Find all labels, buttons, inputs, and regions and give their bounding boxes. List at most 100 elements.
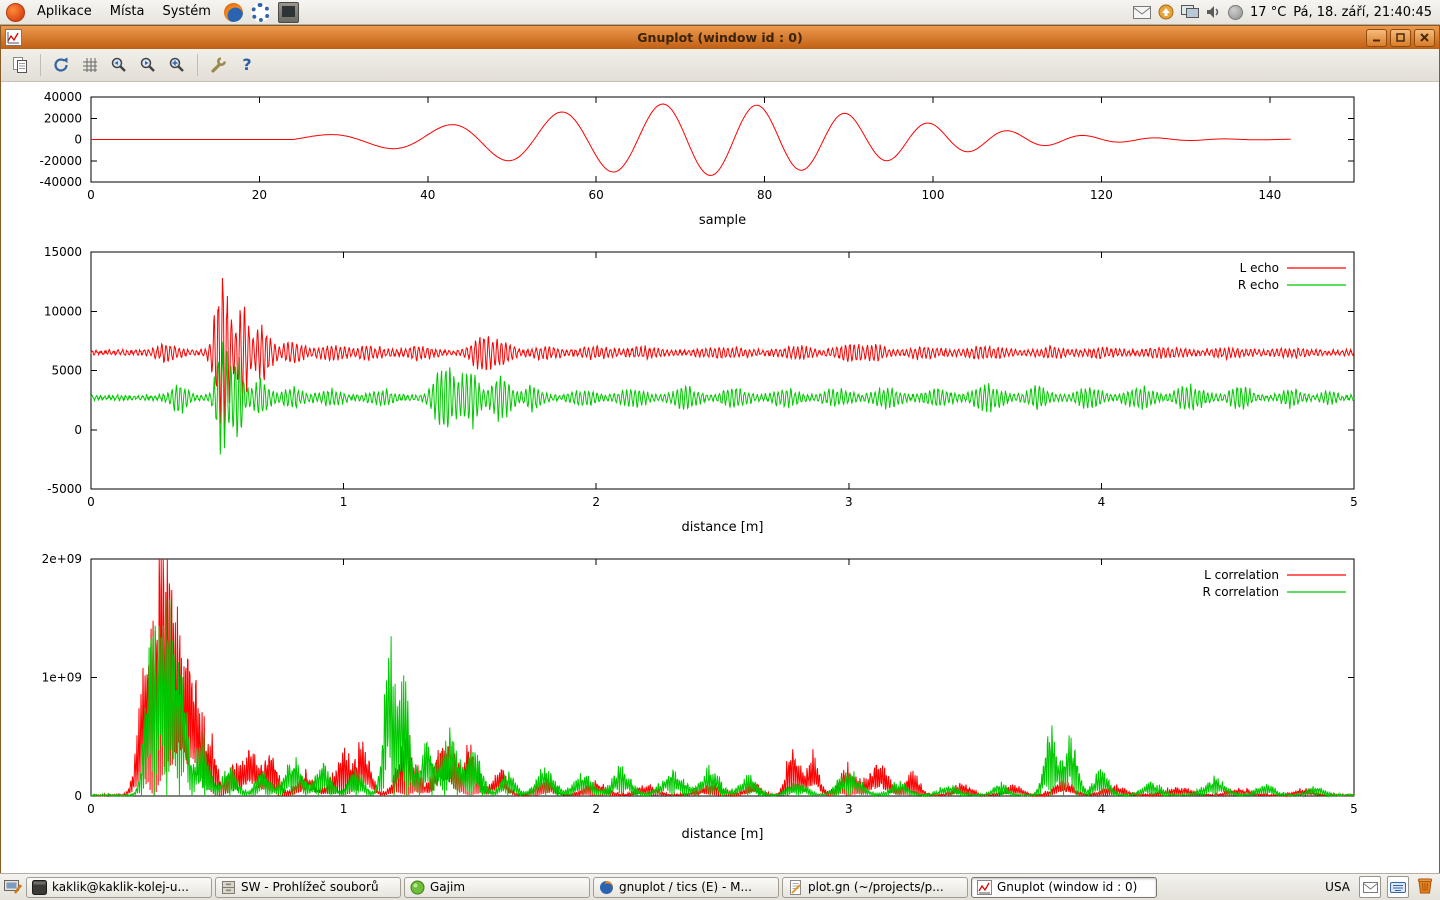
- keyboard-layout-indicator[interactable]: USA: [1322, 880, 1353, 894]
- close-button[interactable]: [1414, 29, 1435, 47]
- system-tray: 17 °C Pá, 18. září, 21:40:45: [1133, 4, 1436, 20]
- y-tick-label: 10000: [44, 304, 82, 318]
- taskbar-item-editor[interactable]: plot.gn (~/projects/p...: [782, 877, 968, 898]
- volume-icon[interactable]: [1206, 5, 1221, 19]
- gnuplot-toolbar: ?: [1, 49, 1439, 82]
- series-r-correlation: [91, 599, 1354, 796]
- menu-applications[interactable]: Aplikace: [29, 0, 100, 24]
- top-panel: Aplikace Místa Systém 17 °C Pá, 18. září…: [0, 0, 1440, 25]
- gajim-icon: [410, 880, 425, 895]
- plot-border: [91, 252, 1354, 489]
- keyboard-icon[interactable]: [1387, 876, 1409, 898]
- y-tick-label: 1e+09: [42, 671, 82, 685]
- window-title: Gnuplot (window id : 0): [1, 30, 1439, 45]
- display-icon[interactable]: [1181, 5, 1199, 19]
- x-tick-label: 1: [340, 802, 348, 816]
- taskbar-item-label: kaklik@kaklik-kolej-u...: [52, 880, 189, 894]
- menu-places[interactable]: Místa: [102, 0, 153, 24]
- terminal-icon: [32, 880, 47, 895]
- x-axis-label: sample: [699, 213, 746, 228]
- x-tick-label: 5: [1350, 495, 1358, 509]
- toolbar-separator: [40, 54, 41, 76]
- x-tick-label: 2: [592, 495, 600, 509]
- text-editor-icon: [788, 880, 803, 895]
- taskbar-item-gajim[interactable]: Gajim: [404, 877, 590, 898]
- taskbar-tray: USA: [1322, 875, 1437, 899]
- ubuntu-logo-icon[interactable]: [6, 3, 25, 22]
- taskbar-item-label: gnuplot / tics (E) - M...: [619, 880, 752, 894]
- x-tick-label: 0: [87, 495, 95, 509]
- window-titlebar[interactable]: Gnuplot (window id : 0): [1, 26, 1439, 49]
- x-tick-label: 120: [1090, 188, 1113, 202]
- y-tick-label: 40000: [44, 90, 82, 104]
- y-tick-label: 5000: [51, 364, 82, 378]
- taskbar-item-label: Gnuplot (window id : 0): [997, 880, 1137, 894]
- y-tick-label: -40000: [39, 175, 82, 189]
- copy-icon[interactable]: [8, 53, 32, 77]
- y-tick-label: 15000: [44, 245, 82, 259]
- zoom-next-icon[interactable]: [136, 53, 160, 77]
- y-tick-label: 0: [74, 789, 82, 803]
- help-launcher-icon[interactable]: [251, 3, 270, 22]
- minimize-button[interactable]: [1366, 29, 1387, 47]
- x-axis-label: distance [m]: [681, 520, 763, 535]
- x-tick-label: 80: [757, 188, 772, 202]
- series-l-correlation: [91, 559, 1354, 796]
- y-tick-label: 2e+09: [42, 552, 82, 566]
- weather-icon[interactable]: [1228, 5, 1243, 20]
- series-emitted-chirp: [91, 104, 1291, 176]
- x-tick-label: 20: [252, 188, 267, 202]
- x-tick-label: 1: [340, 495, 348, 509]
- update-notifier-icon[interactable]: [1158, 4, 1174, 20]
- menu-system[interactable]: Systém: [154, 0, 218, 24]
- taskbar-item-label: plot.gn (~/projects/p...: [808, 880, 944, 894]
- mail-icon[interactable]: [1359, 876, 1381, 898]
- x-tick-label: 40: [420, 188, 435, 202]
- replot-icon[interactable]: [49, 53, 73, 77]
- firefox-launcher-icon[interactable]: [224, 3, 243, 22]
- x-tick-label: 4: [1098, 802, 1106, 816]
- taskbar-item-label: SW - Prohlížeč souborů: [241, 880, 379, 894]
- clock-label[interactable]: Pá, 18. září, 21:40:45: [1293, 5, 1432, 20]
- grid-icon[interactable]: [78, 53, 102, 77]
- y-tick-label: 20000: [44, 111, 82, 125]
- zoom-previous-icon[interactable]: [107, 53, 131, 77]
- autoscale-icon[interactable]: [165, 53, 189, 77]
- temperature-label[interactable]: 17 °C: [1250, 5, 1286, 20]
- taskbar: kaklik@kaklik-kolej-u... SW - Prohlížeč …: [0, 873, 1440, 900]
- screenshot-launcher-icon[interactable]: [278, 2, 299, 23]
- legend-label: L correlation: [1204, 568, 1279, 582]
- help-icon[interactable]: ?: [235, 53, 259, 77]
- desktop: Aplikace Místa Systém 17 °C Pá, 18. září…: [0, 0, 1440, 900]
- x-tick-label: 4: [1098, 495, 1106, 509]
- trash-icon[interactable]: [1415, 875, 1435, 899]
- x-tick-label: 100: [922, 188, 945, 202]
- taskbar-item-gnuplot[interactable]: Gnuplot (window id : 0): [971, 877, 1157, 898]
- x-axis-label: distance [m]: [681, 827, 763, 842]
- y-tick-label: -5000: [47, 482, 82, 496]
- taskbar-item-browser[interactable]: gnuplot / tics (E) - M...: [593, 877, 779, 898]
- series-l-echo: [91, 278, 1354, 426]
- maximize-button[interactable]: [1390, 29, 1411, 47]
- configure-icon[interactable]: [206, 53, 230, 77]
- x-tick-label: 0: [87, 188, 95, 202]
- y-tick-label: -20000: [39, 154, 82, 168]
- y-tick-label: 0: [74, 423, 82, 437]
- taskbar-item-terminal[interactable]: kaklik@kaklik-kolej-u...: [26, 877, 212, 898]
- legend-label: L echo: [1240, 261, 1279, 275]
- x-tick-label: 0: [87, 802, 95, 816]
- legend-label: R echo: [1238, 278, 1279, 292]
- taskbar-item-file-manager[interactable]: SW - Prohlížeč souborů: [215, 877, 401, 898]
- gnuplot-window: Gnuplot (window id : 0): [0, 25, 1440, 874]
- x-tick-label: 5: [1350, 802, 1358, 816]
- file-manager-icon: [221, 880, 236, 895]
- toolbar-separator: [197, 54, 198, 76]
- y-tick-label: 0: [74, 133, 82, 147]
- gnuplot-canvas[interactable]: 020406080100120140-40000-200000200004000…: [1, 82, 1440, 875]
- show-desktop-icon[interactable]: [3, 878, 23, 896]
- x-tick-label: 60: [589, 188, 604, 202]
- series-r-echo: [91, 342, 1354, 455]
- x-tick-label: 2: [592, 802, 600, 816]
- taskbar-item-label: Gajim: [430, 880, 465, 894]
- mail-icon[interactable]: [1133, 6, 1151, 19]
